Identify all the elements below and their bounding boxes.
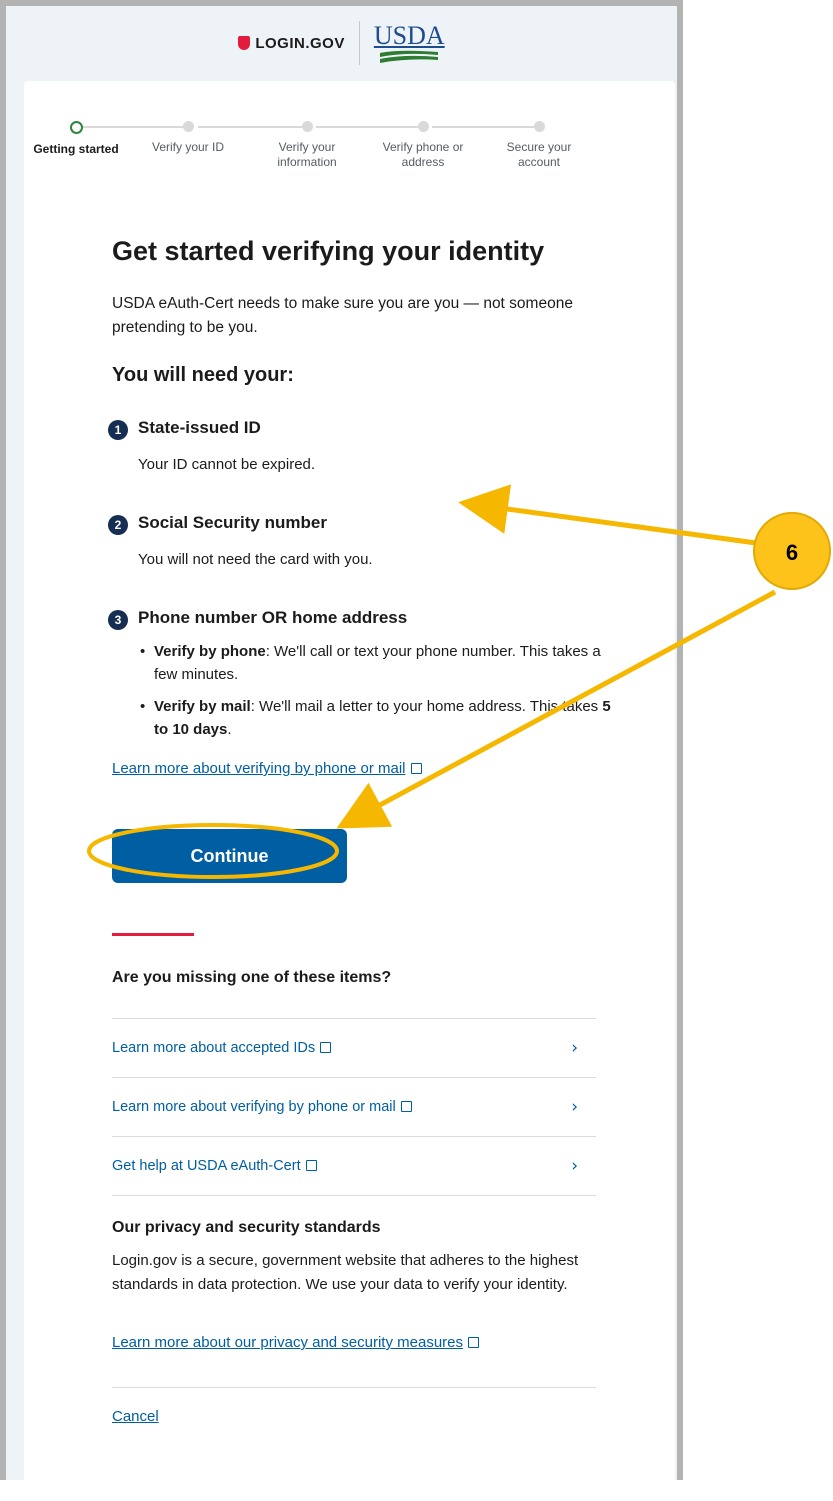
cancel-link[interactable]: Cancel <box>112 1408 159 1425</box>
step-dot <box>417 121 429 132</box>
shield-icon <box>238 36 251 50</box>
chevron-right-icon: › <box>571 1097 578 1117</box>
privacy-link[interactable]: Learn more about our privacy and securit… <box>112 1334 463 1351</box>
page-title: Get started verifying your identity <box>112 236 545 266</box>
step-label: Secure your account <box>506 140 572 169</box>
list-item: Verify by phone: We'll call or text your… <box>138 640 628 686</box>
step-secure-account: Secure your account <box>479 121 599 170</box>
intro-text: USDA eAuth-Cert needs to make sure you a… <box>112 295 573 336</box>
learn-more-link[interactable]: Learn more about verifying by phone or m… <box>112 760 406 777</box>
privacy-heading: Our privacy and security standards <box>112 1219 381 1236</box>
help-link-label[interactable]: Learn more about accepted IDs <box>112 1040 315 1056</box>
step-indicator: Getting started Verify your ID Verify yo… <box>24 121 675 181</box>
step-number-icon: 1 <box>108 420 128 440</box>
bullet-text: : We'll mail a letter to your home addre… <box>250 698 603 715</box>
help-link-item[interactable]: Learn more about accepted IDs › <box>112 1018 596 1077</box>
privacy-link-row: Learn more about our privacy and securit… <box>112 1334 480 1352</box>
external-link-icon <box>320 1042 332 1053</box>
login-gov-logo: LOGIN.GOV <box>238 35 345 52</box>
step-verify-phone-address: Verify phone or address <box>363 121 483 170</box>
requirement-desc: Your ID cannot be expired. <box>138 456 316 473</box>
requirement-title: Phone number OR home address <box>138 608 408 627</box>
step-number-icon: 3 <box>108 610 128 630</box>
continue-button[interactable]: Continue <box>112 829 347 883</box>
usda-wordmark: USDA <box>373 21 445 50</box>
need-heading: You will need your: <box>112 364 294 386</box>
verify-options-list: Verify by phone: We'll call or text your… <box>138 640 628 750</box>
login-gov-wordmark: LOGIN.GOV <box>255 34 345 52</box>
missing-items-heading: Are you missing one of these items? <box>112 969 392 986</box>
help-links-list: Learn more about accepted IDs › Learn mo… <box>112 1018 596 1196</box>
content-card: Getting started Verify your ID Verify yo… <box>24 81 675 1501</box>
bullet-bold: Verify by mail <box>154 698 251 715</box>
step-label: Getting started <box>33 142 119 156</box>
usda-logo: USDA <box>374 23 445 63</box>
privacy-text: Login.gov is a secure, government websit… <box>112 1252 579 1293</box>
requirement-desc: You will not need the card with you. <box>138 551 373 568</box>
annotation-callout-badge: 6 <box>753 512 831 590</box>
page-header: LOGIN.GOV USDA <box>6 6 677 80</box>
step-dot <box>533 121 545 132</box>
browser-frame: LOGIN.GOV USDA Getting started Verify yo… <box>0 0 683 1501</box>
step-label: Verify phone or address <box>382 140 464 169</box>
requirement-title: State-issued ID <box>138 418 261 437</box>
accent-divider <box>112 933 194 936</box>
usda-waves-icon <box>380 50 439 63</box>
external-link-icon <box>305 1160 317 1171</box>
external-link-icon <box>410 763 422 774</box>
help-link-item[interactable]: Get help at USDA eAuth-Cert › <box>112 1136 596 1196</box>
chevron-right-icon: › <box>571 1038 578 1058</box>
chevron-right-icon: › <box>571 1156 578 1176</box>
requirement-title: Social Security number <box>138 513 327 532</box>
step-getting-started: Getting started <box>16 121 136 157</box>
bullet-text: . <box>227 721 232 738</box>
step-verify-information: Verify your information <box>247 121 367 170</box>
divider <box>112 1387 596 1388</box>
step-dot <box>301 121 313 132</box>
step-label: Verify your ID <box>151 140 225 154</box>
external-link-icon <box>468 1337 480 1348</box>
step-dot <box>182 121 194 132</box>
logo-divider <box>358 21 360 65</box>
learn-more-row: Learn more about verifying by phone or m… <box>112 760 422 778</box>
help-link-label[interactable]: Get help at USDA eAuth-Cert <box>112 1158 301 1174</box>
external-link-icon <box>400 1101 412 1112</box>
step-number-icon: 2 <box>108 515 128 535</box>
step-label: Verify your information <box>277 140 337 169</box>
bullet-bold: Verify by phone <box>154 643 266 660</box>
step-verify-id: Verify your ID <box>128 121 248 155</box>
list-item: Verify by mail: We'll mail a letter to y… <box>138 695 628 741</box>
step-dot-active <box>69 121 83 134</box>
help-link-label[interactable]: Learn more about verifying by phone or m… <box>112 1099 396 1115</box>
help-link-item[interactable]: Learn more about verifying by phone or m… <box>112 1077 596 1136</box>
